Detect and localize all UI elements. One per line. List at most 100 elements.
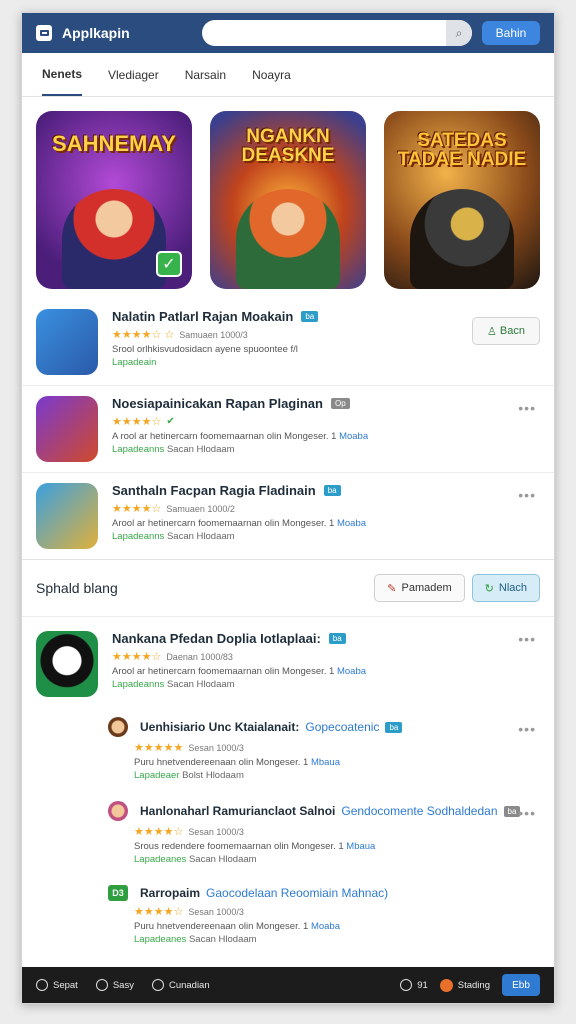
app-description: Arool ar hetinercarn foomemaarnan olin M…: [112, 666, 367, 677]
app-icon: [36, 309, 98, 375]
avatar: [108, 801, 128, 821]
sub-list-item[interactable]: Uenhisiario Unc Ktaialanait: Gopecoatenic…: [22, 707, 554, 791]
app-category: Lapadeanns Sacan Hlodaam: [112, 679, 235, 690]
character-illustration: [62, 189, 166, 289]
bottom-item[interactable]: Cunadian: [151, 979, 210, 991]
featured-banners: SAHNEMAY ✓ NGANKN DEASKNE SATEDAS TADAE …: [22, 97, 554, 301]
list-item[interactable]: Nankana Pfedan Doplia Iotlaplaai: ba ★★★★…: [22, 617, 554, 707]
check-icon: ✓: [156, 251, 182, 277]
tab-bar: Nenets Vlediager Narsain Noayra: [22, 53, 554, 97]
install-button[interactable]: ♙ Bacn: [472, 317, 540, 345]
app-icon: [36, 631, 98, 697]
app-category: Lapadeaer Bolst Hlodaam: [134, 770, 244, 781]
verified-icon: ✔: [166, 416, 175, 427]
banner-card[interactable]: SATEDAS TADAE NADIE: [384, 111, 540, 289]
list-item[interactable]: Santhaln Facpan Ragia Fladinain ba ★★★★☆ S…: [22, 472, 554, 559]
status-icon: [439, 978, 453, 992]
app-description: Srous redendere foomemaarnan olin Monges…: [134, 841, 376, 852]
rating-stars: ★★★★☆ Sesan 1000/3: [134, 906, 244, 918]
app-category: Lapadeanes Sacan Hlodaam: [134, 854, 257, 865]
more-link[interactable]: Moaba: [337, 666, 366, 677]
banner-card[interactable]: SAHNEMAY ✓: [36, 111, 192, 289]
tag-badge: Op: [330, 398, 350, 409]
avatar: [108, 717, 128, 737]
user-status[interactable]: Stading: [439, 978, 490, 992]
character-illustration: [236, 189, 340, 289]
search-icon[interactable]: ⌕: [446, 20, 472, 46]
sub-item-title: Uenhisiario Unc Ktaialanait: Gopecoatenic…: [108, 717, 540, 737]
more-options-icon[interactable]: •••: [518, 805, 536, 821]
app-description: Puru hnetvendereenaan olin Mongeser. 1 M…: [134, 757, 340, 768]
banner-title: SATEDAS TADAE NADIE: [397, 130, 527, 170]
section-action-button[interactable]: ✎ Pamadem: [374, 574, 465, 602]
rating-stars: ★★★★☆ Samuaen 1000/2: [112, 503, 235, 515]
banner-title: SAHNEMAY: [52, 131, 176, 156]
app-title: Santhaln Facpan Ragia Fladinain ba: [112, 483, 540, 498]
tag-badge: ba: [323, 485, 341, 496]
tab-noayra[interactable]: Noayra: [252, 55, 291, 95]
app-category: Lapadeanns Sacan Hlodaam: [112, 531, 235, 542]
rating-stars: ★★★★☆ ✔: [112, 416, 175, 428]
app-icon: [36, 483, 98, 549]
tag-badge: ba: [301, 311, 319, 322]
section-header: Sphald blang ✎ Pamadem ↻ Nlach: [22, 559, 554, 617]
app-category: Lapadeanns Sacan Hlodaam: [112, 444, 235, 455]
section-title: Sphald blang: [36, 580, 118, 596]
tag-badge: ba: [385, 721, 403, 733]
sub-item-title: Hanlonaharl Ramurianclaot Salnoi Gendocom…: [108, 801, 540, 821]
list-item[interactable]: Noesiapainicakan Rapan Plaginan Op ★★★★☆ ✔…: [22, 385, 554, 472]
app-description: Srool orlhkisvudosidacn ayene spuoontee …: [112, 344, 298, 355]
back-icon: [95, 979, 108, 991]
notification-counter[interactable]: 91: [400, 979, 428, 991]
app-description: Puru hnetvendereenaan olin Mongeser. 1 M…: [134, 921, 340, 932]
list-item[interactable]: Nalatin Patlarl Rajan Moakain ba ★★★★☆ ☆ S…: [22, 301, 554, 385]
rating-stars: ★★★★★ Sesan 1000/3: [134, 742, 244, 754]
app-logo-icon: [36, 25, 52, 41]
app-icon: [36, 396, 98, 462]
settings-icon: [151, 979, 164, 991]
tab-vlediager[interactable]: Vlediager: [108, 55, 159, 95]
done-button[interactable]: Ebb: [502, 974, 540, 996]
tab-narsain[interactable]: Narsain: [185, 55, 226, 95]
bottom-bar: Sepat Sasy Cunadian 91 Stading Ebb: [22, 967, 554, 1003]
tab-nenets[interactable]: Nenets: [42, 54, 83, 96]
app-description: Arool ar hetinercarn foomemaarnan olin M…: [112, 518, 367, 529]
rating-stars: ★★★★☆ Sesan 1000/3: [134, 826, 244, 838]
top-bar: Applkapin ⌕ Bahin: [22, 13, 554, 53]
bell-icon: [400, 979, 413, 991]
app-badge-icon: D3: [108, 885, 128, 901]
more-options-icon[interactable]: •••: [518, 400, 536, 416]
pencil-icon: ✎: [387, 582, 397, 595]
bottom-item[interactable]: Sepat: [36, 979, 78, 991]
more-link[interactable]: Moaba: [337, 518, 366, 529]
tag-badge: ba: [328, 633, 346, 644]
bottom-item[interactable]: Sasy: [95, 979, 134, 991]
banner-card[interactable]: NGANKN DEASKNE: [210, 111, 366, 289]
refresh-icon: ↻: [484, 582, 494, 595]
app-category: Lapadeain: [112, 357, 157, 368]
more-options-icon[interactable]: •••: [518, 487, 536, 503]
search-input[interactable]: ⌕: [202, 20, 472, 46]
rating-stars: ★★★★☆ Daenan 1000/83: [112, 651, 233, 663]
more-options-icon[interactable]: •••: [518, 721, 536, 737]
rating-meta: Daenan 1000/83: [166, 651, 233, 662]
app-category: Lapadeanes Sacan Hlodaam: [134, 934, 257, 945]
more-link[interactable]: Moaba: [339, 431, 368, 442]
banner-title: NGANKN DEASKNE: [241, 126, 335, 166]
app-title: Applkapin: [62, 25, 130, 41]
more-options-icon[interactable]: •••: [518, 631, 536, 647]
clock-icon: [36, 979, 48, 991]
app-window: Applkapin ⌕ Bahin Nenets Vlediager Narsa…: [21, 12, 555, 1004]
top-action-button[interactable]: Bahin: [482, 21, 540, 45]
sub-list-item[interactable]: Hanlonaharl Ramurianclaot Salnoi Gendocom…: [22, 791, 554, 875]
app-title: Nankana Pfedan Doplia Iotlaplaai: ba: [112, 631, 540, 646]
person-icon: ♙: [487, 325, 500, 338]
app-title: Noesiapainicakan Rapan Plaginan Op: [112, 396, 540, 411]
sub-item-title: D3 Rarropaim Gaocodelaan Reoomiain Mahnac): [108, 885, 540, 901]
character-illustration: [410, 189, 514, 289]
app-description: A rool ar hetinercarn foomemaarnan olin …: [112, 431, 369, 442]
rating-meta: Samuaen 1000/2: [166, 503, 235, 514]
sub-list-item[interactable]: D3 Rarropaim Gaocodelaan Reoomiain Mahnac)…: [22, 875, 554, 955]
rating-meta: Samuaen 1000/3: [179, 329, 248, 340]
section-primary-button[interactable]: ↻ Nlach: [471, 574, 540, 602]
